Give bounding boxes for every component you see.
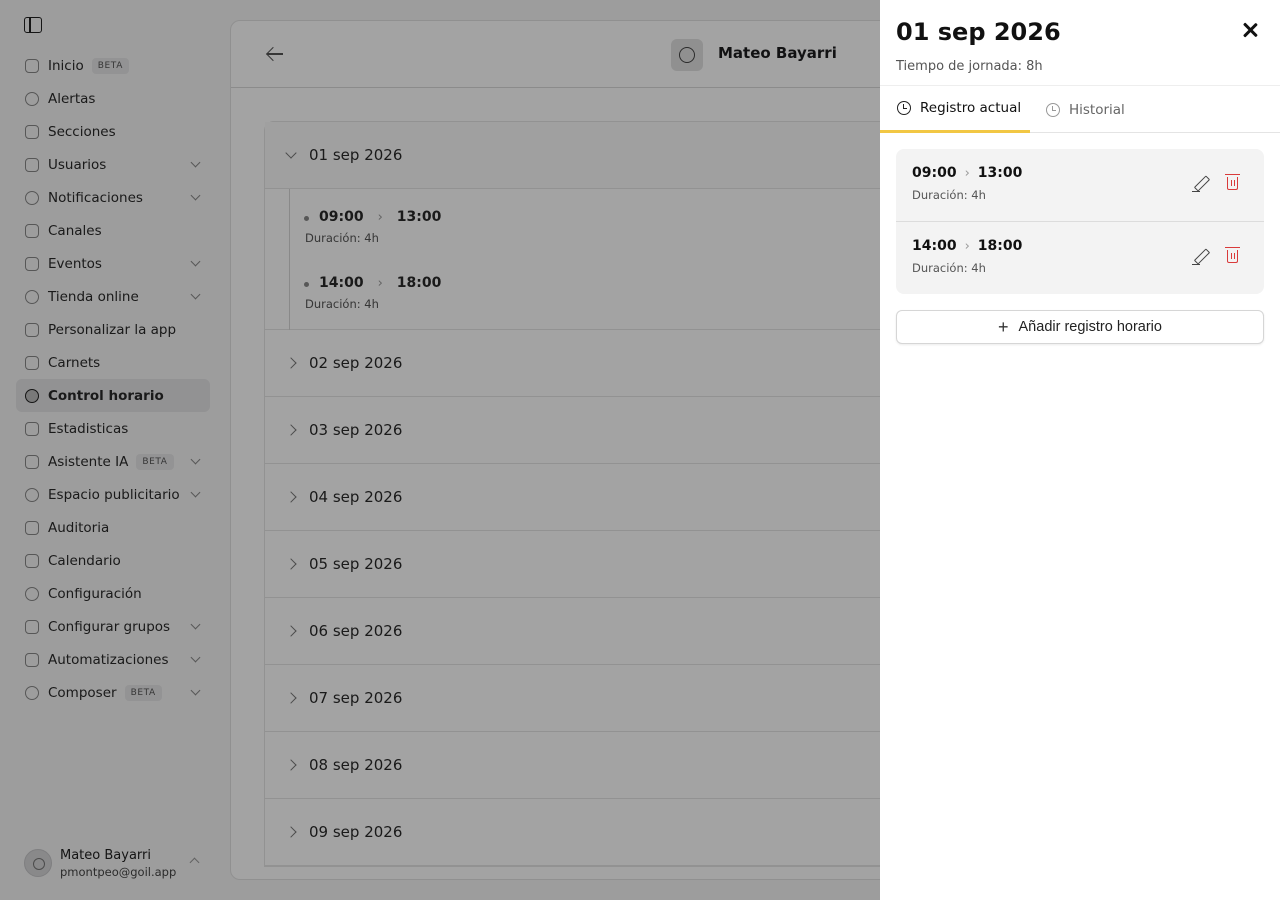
record-start: 09:00: [912, 165, 957, 181]
trash-icon[interactable]: [1225, 174, 1240, 190]
tab-label: Historial: [1069, 101, 1125, 118]
tab-historial[interactable]: Historial: [1046, 86, 1125, 133]
plus-icon: +: [998, 317, 1009, 337]
drawer-tabs: Registro actual Historial: [880, 85, 1280, 133]
history-icon: [1046, 102, 1060, 117]
record-item: 14:00 › 18:00 Duración: 4h: [896, 221, 1264, 294]
record-start: 14:00: [912, 238, 957, 254]
drawer-subtitle: Tiempo de jornada: 8h: [896, 59, 1043, 74]
record-end: 13:00: [977, 165, 1023, 181]
clock-icon: [897, 101, 911, 115]
chevron-right-icon: ›: [964, 238, 970, 254]
tab-registro-actual[interactable]: Registro actual: [880, 86, 1030, 133]
record-item: 09:00 › 13:00 Duración: 4h: [896, 149, 1264, 221]
edit-icon[interactable]: [1192, 249, 1208, 266]
close-icon[interactable]: [1242, 22, 1258, 38]
day-drawer: 01 sep 2026 Tiempo de jornada: 8h Regist…: [880, 0, 1280, 900]
record-list: 09:00 › 13:00 Duración: 4h 14:00 › 18:00…: [896, 149, 1264, 294]
tab-label: Registro actual: [920, 100, 1022, 116]
trash-icon[interactable]: [1225, 247, 1240, 263]
drawer-title: 01 sep 2026: [896, 18, 1061, 46]
edit-icon[interactable]: [1192, 176, 1208, 193]
add-record-label: Añadir registro horario: [1018, 319, 1162, 335]
record-end: 18:00: [977, 238, 1023, 254]
add-record-button[interactable]: + Añadir registro horario: [896, 310, 1264, 344]
chevron-right-icon: ›: [964, 165, 970, 181]
modal-overlay[interactable]: [0, 0, 880, 900]
